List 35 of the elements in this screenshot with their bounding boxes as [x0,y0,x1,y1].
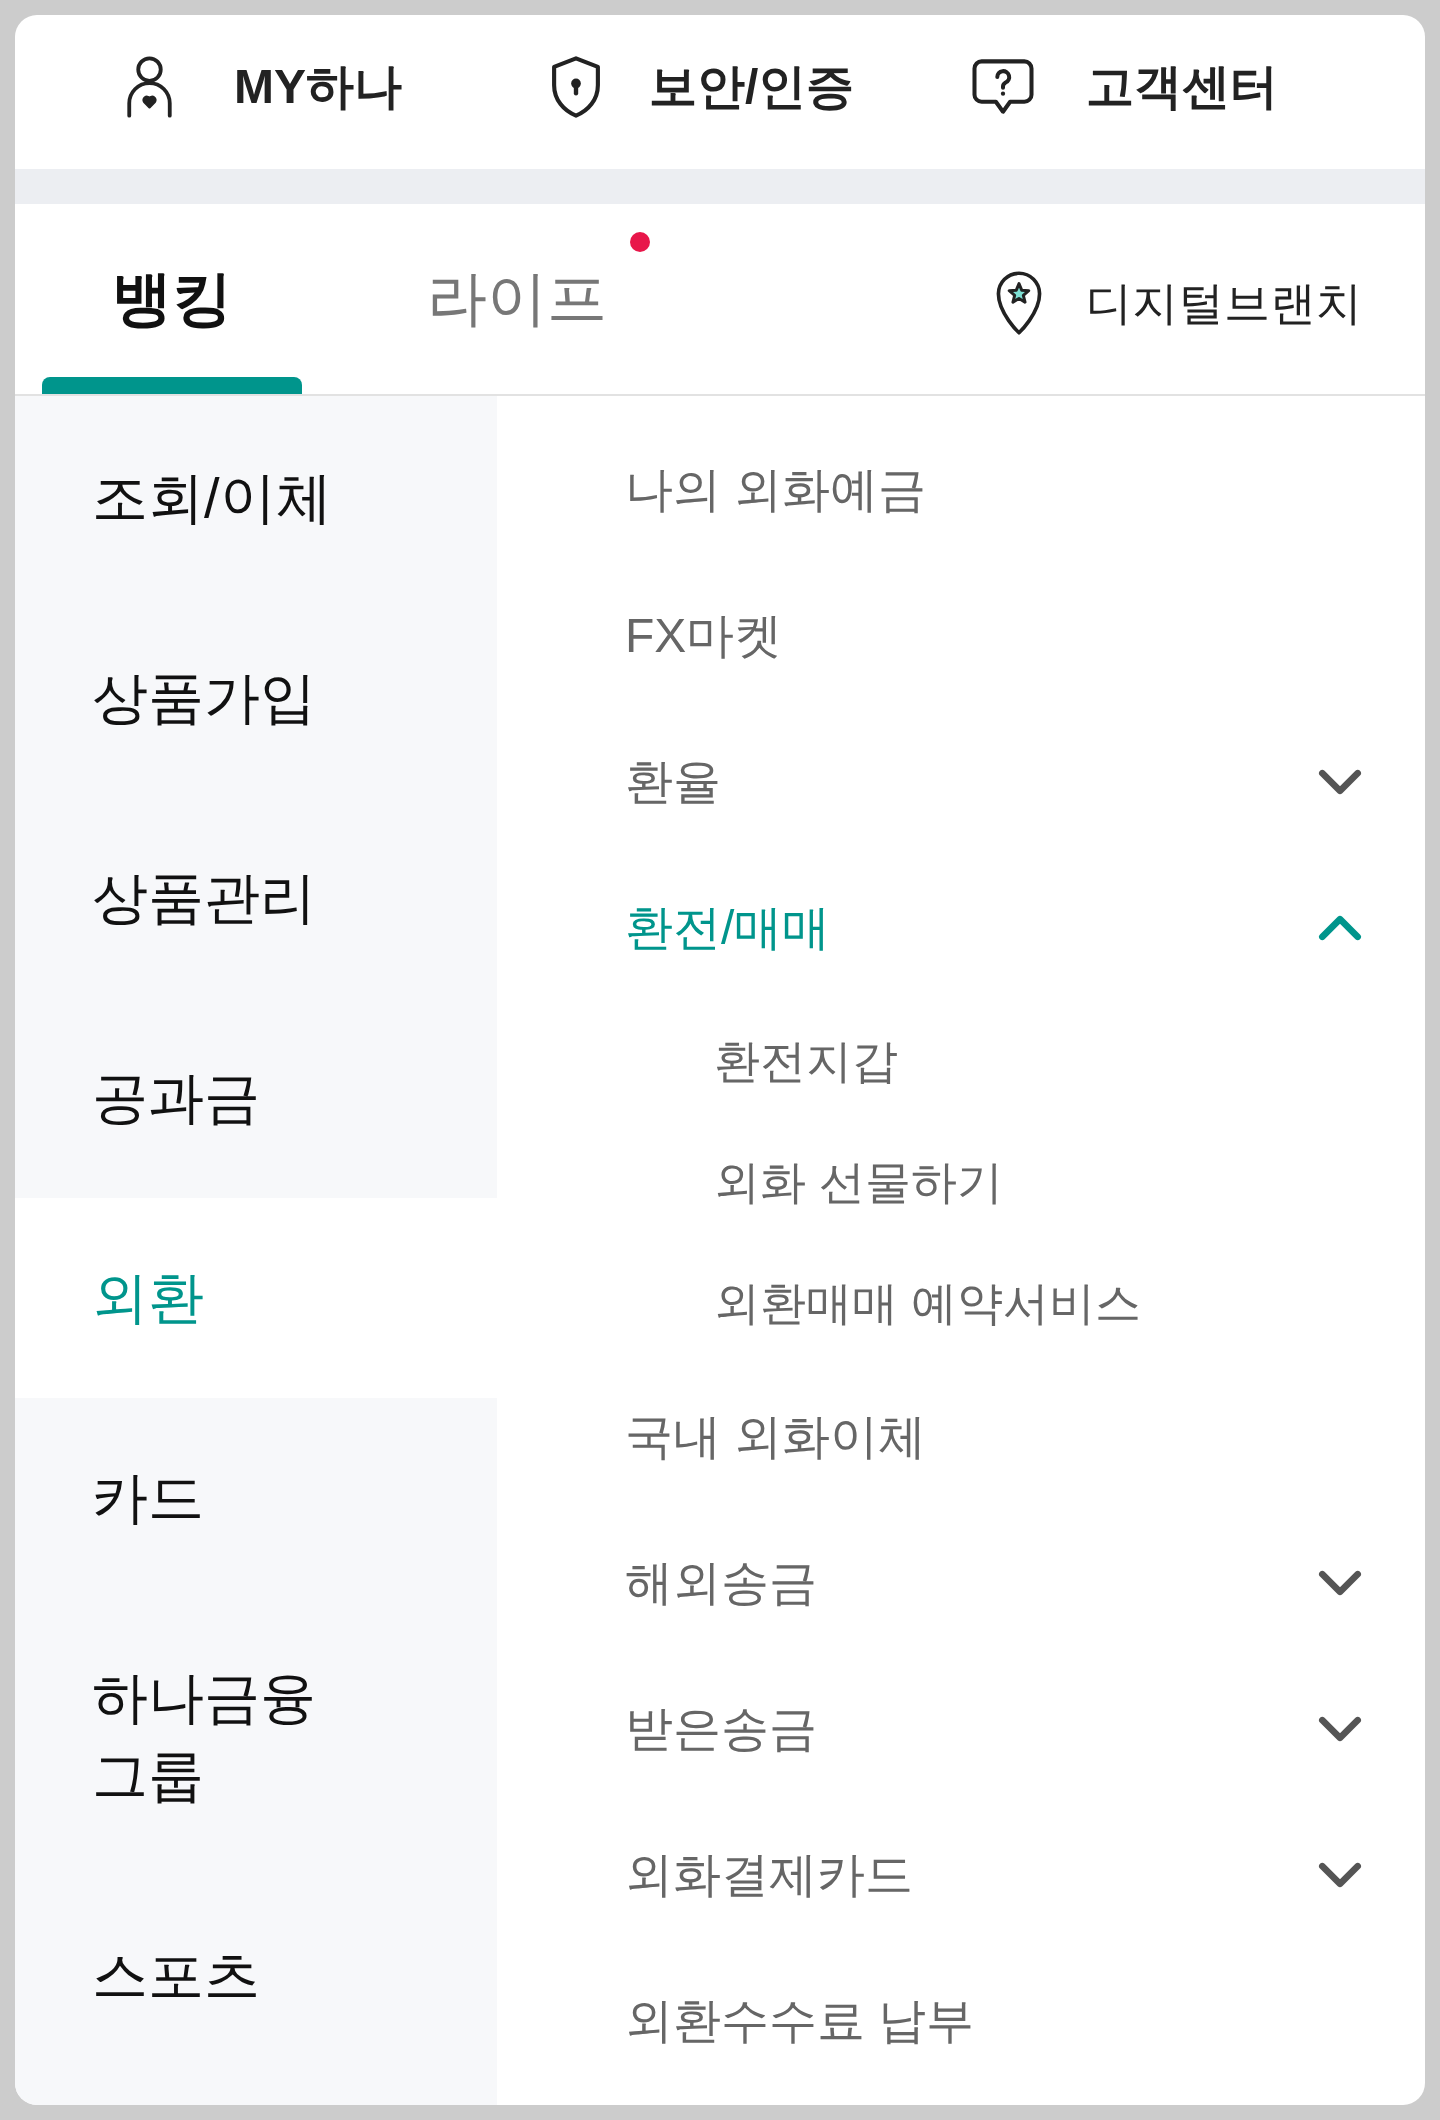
top-link[interactable]: 보안/인증 [551,51,855,123]
chevron-up-icon [1318,915,1362,941]
sidebar-item[interactable]: 외환 [15,1198,497,1398]
chevron-down-icon [1318,1862,1362,1888]
chevron-down-icon [1318,1716,1362,1742]
submenu-group[interactable]: 환전/매매 [625,855,1362,1001]
top-link[interactable]: 고객센터 [972,51,1278,123]
sidebar-item[interactable]: 카드 [15,1398,497,1598]
submenu-item[interactable]: 국내 외화이체 [625,1364,1362,1510]
sidebar-item[interactable]: 스포츠 [15,1876,497,2076]
submenu-group[interactable]: 받은송금 [625,1656,1362,1802]
shield-keyhole-icon [551,56,601,118]
person-heart-icon [127,56,172,118]
sidebar-item[interactable]: 공과금 [15,998,497,1198]
submenu-group[interactable]: 외화결제카드 [625,1802,1362,1948]
submenu-subitem[interactable]: 환전지갑 [625,1001,1362,1122]
location-pin-star-icon [996,271,1042,335]
top-link[interactable]: MY하나 [127,51,402,123]
submenu-item[interactable]: 외환수수료 납부 [625,1948,1362,2094]
sidebar-item[interactable]: 상품관리 [15,798,497,998]
submenu-item[interactable]: 나의 외화예금 [625,417,1362,563]
tab[interactable]: 라이프 [357,204,677,394]
submenu-item[interactable]: FX마켓 [625,563,1362,709]
submenu-group[interactable]: 해외송금 [625,1510,1362,1656]
sidebar-item[interactable]: 상품가입 [15,598,497,798]
sidebar-item[interactable]: 하나금융 그룹 [15,1598,497,1876]
chevron-down-icon [1318,769,1362,795]
submenu-subitem[interactable]: 외화 선물하기 [625,1122,1362,1243]
help-bubble-icon [972,58,1034,116]
chevron-down-icon [1318,1570,1362,1596]
submenu-group[interactable]: 환율 [625,709,1362,855]
tab[interactable]: 뱅킹 [42,204,302,394]
submenu-subitem[interactable]: 외환매매 예약서비스 [625,1243,1362,1364]
sidebar-item[interactable]: 조회/이체 [15,398,497,598]
digital-branch-link[interactable]: 디지털브랜치 [996,260,1362,338]
